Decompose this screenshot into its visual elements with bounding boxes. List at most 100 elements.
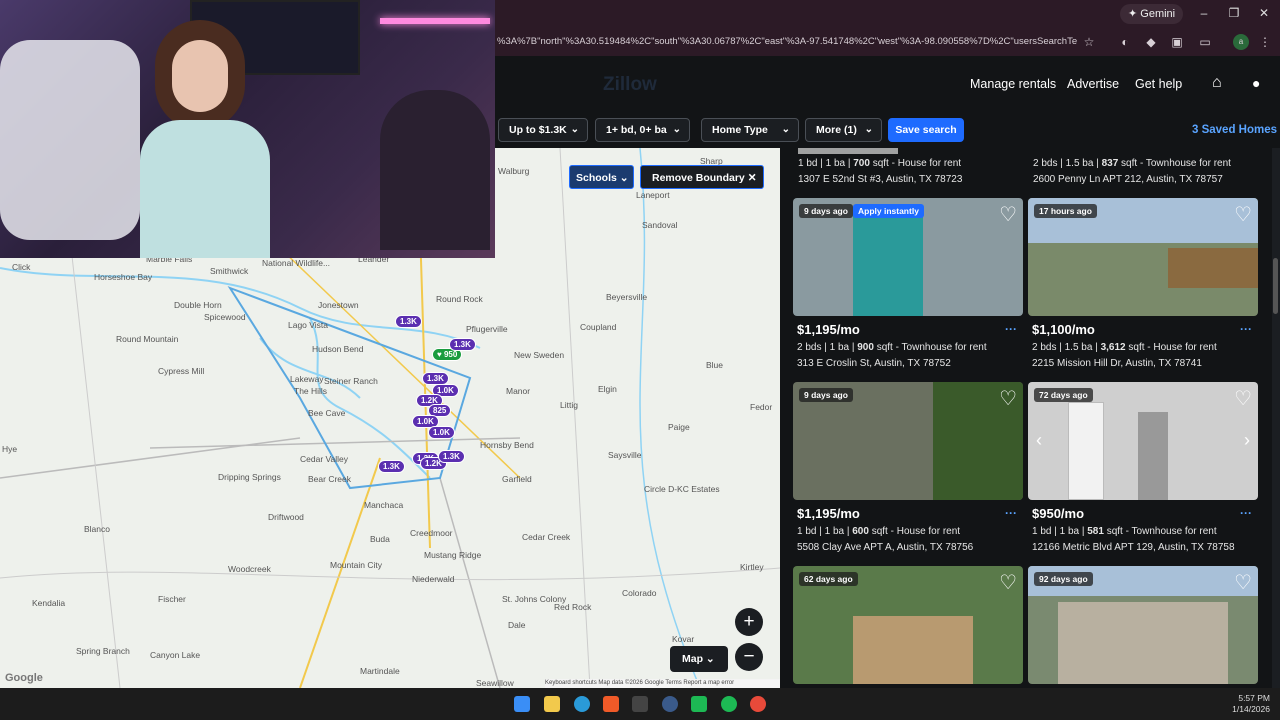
map-label: Mountain City bbox=[330, 560, 382, 570]
listing-address[interactable]: 313 E Croslin St, Austin, TX 78752 bbox=[797, 358, 951, 369]
more-filter[interactable]: More (1) ⌄ bbox=[805, 118, 882, 142]
map-label: Dripping Springs bbox=[218, 472, 281, 482]
nav-get-help[interactable]: Get help bbox=[1135, 77, 1182, 91]
map-label: Spicewood bbox=[204, 312, 246, 322]
close-icon: ✕ bbox=[744, 172, 757, 184]
heart-icon[interactable]: ♡ bbox=[999, 202, 1017, 227]
windows-start-icon[interactable] bbox=[514, 696, 530, 712]
map-label: Cedar Valley bbox=[300, 454, 349, 464]
person-shirt bbox=[140, 120, 270, 258]
heart-icon[interactable]: ♡ bbox=[1234, 386, 1252, 411]
inbox-icon[interactable]: ⌂ bbox=[1212, 74, 1222, 92]
chevron-down-icon: ⌄ bbox=[703, 653, 715, 665]
heart-icon[interactable]: ♡ bbox=[1234, 570, 1252, 595]
map-attribution[interactable]: Keyboard shortcuts Map data ©2026 Google… bbox=[545, 679, 780, 688]
map-label: Spring Branch bbox=[76, 646, 130, 656]
remove-boundary-button[interactable]: Remove Boundary ✕ bbox=[640, 165, 764, 189]
nav-manage-rentals[interactable]: Manage rentals bbox=[970, 77, 1056, 91]
edge-icon[interactable] bbox=[574, 696, 590, 712]
map-label: Kovar bbox=[672, 634, 695, 644]
profile-avatar[interactable]: a bbox=[1233, 34, 1249, 50]
app-icon[interactable] bbox=[632, 696, 648, 712]
sidepanel-icon[interactable]: ▭ bbox=[1197, 34, 1213, 50]
chevron-left-icon[interactable]: ‹ bbox=[1036, 430, 1042, 451]
more-options-icon[interactable]: ··· bbox=[1005, 506, 1017, 520]
listing-photo[interactable]: 17 hours ago ♡ bbox=[1028, 198, 1258, 316]
price-filter[interactable]: Up to $1.3K ⌄ bbox=[498, 118, 588, 142]
listing-photo[interactable]: 9 days ago Apply instantly ♡ bbox=[793, 198, 1023, 316]
save-search-button[interactable]: Save search bbox=[888, 118, 964, 142]
more-options-icon[interactable]: ··· bbox=[1240, 506, 1252, 520]
scrollbar-thumb[interactable] bbox=[1273, 258, 1278, 314]
age-badge: 62 days ago bbox=[799, 572, 858, 586]
saved-homes-link[interactable]: 3 Saved Homes bbox=[1192, 124, 1277, 136]
listing-photo[interactable]: 62 days ago ♡ bbox=[793, 566, 1023, 684]
brave-icon[interactable] bbox=[603, 696, 619, 712]
person-face bbox=[172, 40, 228, 112]
map-type-button[interactable]: Map ⌄ bbox=[670, 646, 728, 672]
listings-panel[interactable]: 1 bd | 1 ba | 700 sqft - House for rent … bbox=[780, 148, 1272, 688]
price-pin[interactable]: 1.3K bbox=[438, 450, 465, 463]
zoom-in-button[interactable]: + bbox=[735, 608, 763, 636]
listings-scrollbar[interactable] bbox=[1272, 148, 1280, 688]
gemini-button[interactable]: ✦ Gemini bbox=[1120, 4, 1184, 24]
map-label: Mustang Ridge bbox=[424, 550, 482, 560]
more-options-icon[interactable]: ··· bbox=[1005, 322, 1017, 336]
listing-address[interactable]: 1307 E 52nd St #3, Austin, TX 78723 bbox=[798, 174, 962, 185]
close-icon[interactable]: ✕ bbox=[1254, 6, 1274, 20]
map-label: Red Rock bbox=[554, 602, 592, 612]
clock[interactable]: 5:57 PM 1/14/2026 bbox=[1230, 693, 1270, 715]
heart-icon[interactable]: ♡ bbox=[999, 570, 1017, 595]
map-label: Colorado bbox=[622, 588, 657, 598]
map-label: Dale bbox=[508, 620, 526, 630]
listing-address[interactable]: 2600 Penny Ln APT 212, Austin, TX 78757 bbox=[1033, 174, 1223, 185]
extension-icon[interactable]: ◆ bbox=[1143, 34, 1159, 50]
listing-photo[interactable]: 92 days ago ♡ bbox=[1028, 566, 1258, 684]
map-label: Double Horn bbox=[174, 300, 222, 310]
user-icon[interactable]: ● bbox=[1252, 75, 1260, 91]
extension-icon[interactable]: ◐ bbox=[1117, 34, 1133, 50]
beds-filter[interactable]: 1+ bd, 0+ ba ⌄ bbox=[595, 118, 690, 142]
menu-kebab-icon[interactable]: ⋮ bbox=[1257, 34, 1273, 50]
schools-button[interactable]: Schools ⌄ bbox=[569, 165, 634, 189]
bookmark-star-icon[interactable]: ☆ bbox=[1081, 34, 1097, 50]
price-pin[interactable]: 1.0K bbox=[428, 426, 455, 439]
spotify-icon[interactable] bbox=[721, 696, 737, 712]
listing-card[interactable]: 17 hours ago ♡ $1,100/mo ··· 2 bds | 1.5… bbox=[1028, 198, 1258, 378]
listing-card[interactable]: 62 days ago ♡ bbox=[793, 566, 1023, 688]
steam-icon[interactable] bbox=[662, 696, 678, 712]
zoom-out-button[interactable]: − bbox=[735, 643, 763, 671]
listing-photo[interactable]: 9 days ago ♡ bbox=[793, 382, 1023, 500]
puzzle-icon[interactable]: ▣ bbox=[1169, 34, 1185, 50]
listing-photo[interactable]: 72 days ago ♡ ‹ › bbox=[1028, 382, 1258, 500]
listing-price: $1,100/mo bbox=[1032, 322, 1095, 337]
chevron-right-icon[interactable]: › bbox=[1244, 430, 1250, 451]
zillow-logo[interactable]: Zillow bbox=[603, 74, 657, 96]
price-pin[interactable]: 1.3K bbox=[395, 315, 422, 328]
app-icon[interactable] bbox=[691, 696, 707, 712]
heart-icon[interactable]: ♡ bbox=[1234, 202, 1252, 227]
map-label: Steiner Ranch bbox=[324, 376, 378, 386]
price-pin[interactable]: 1.3K bbox=[449, 338, 476, 351]
more-options-icon[interactable]: ··· bbox=[1240, 322, 1252, 336]
listing-address[interactable]: 12166 Metric Blvd APT 129, Austin, TX 78… bbox=[1032, 542, 1235, 553]
listing-facts: 2 bds | 1.5 ba | 3,612 sqft - House for … bbox=[1032, 342, 1217, 353]
listing-card[interactable]: 9 days ago Apply instantly ♡ $1,195/mo ·… bbox=[793, 198, 1023, 378]
chrome-icon[interactable] bbox=[750, 696, 766, 712]
address-bar[interactable]: %3A%7B"north"%3A30.519484%2C"south"%3A30… bbox=[495, 28, 1280, 56]
url-text[interactable]: %3A%7B"north"%3A30.519484%2C"south"%3A30… bbox=[497, 36, 1077, 47]
home-type-filter[interactable]: Home Type ⌄ bbox=[701, 118, 799, 142]
listing-card[interactable]: 72 days ago ♡ ‹ › $950/mo ··· 1 bd | 1 b… bbox=[1028, 382, 1258, 562]
price-pin[interactable]: 1.3K bbox=[378, 460, 405, 473]
heart-icon[interactable]: ♡ bbox=[999, 386, 1017, 411]
site-header: Zillow Manage rentals Advertise Get help… bbox=[495, 56, 1280, 112]
listing-card[interactable]: 9 days ago ♡ $1,195/mo ··· 1 bd | 1 ba |… bbox=[793, 382, 1023, 562]
listing-card[interactable]: 92 days ago ♡ bbox=[1028, 566, 1258, 688]
listing-address[interactable]: 2215 Mission Hill Dr, Austin, TX 78741 bbox=[1032, 358, 1202, 369]
map-label: National Wildlife... bbox=[262, 258, 331, 268]
file-explorer-icon[interactable] bbox=[544, 696, 560, 712]
nav-advertise[interactable]: Advertise bbox=[1067, 77, 1119, 91]
minimize-icon[interactable]: – bbox=[1194, 6, 1214, 20]
listing-address[interactable]: 5508 Clay Ave APT A, Austin, TX 78756 bbox=[797, 542, 973, 553]
restore-icon[interactable]: ❐ bbox=[1224, 6, 1244, 20]
